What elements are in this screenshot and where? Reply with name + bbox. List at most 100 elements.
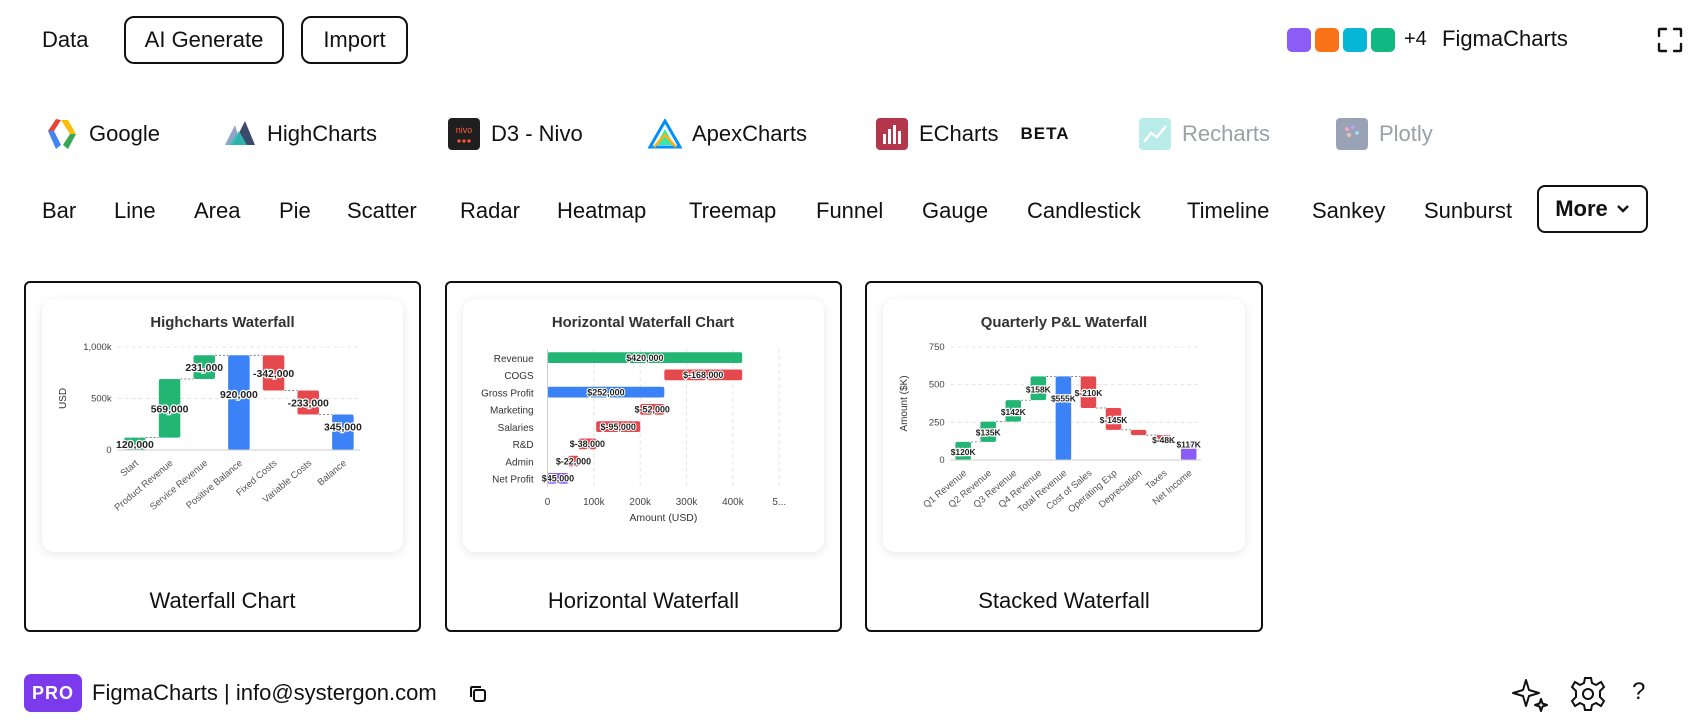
- chart-type-tab[interactable]: Gauge: [922, 198, 988, 224]
- library-tabs: Google HighCharts nivo D3 - Nivo ApexCha…: [0, 112, 1700, 156]
- x-tick-label: 300k: [676, 497, 698, 508]
- chart-type-tab[interactable]: Scatter: [347, 198, 417, 224]
- sparkles-icon[interactable]: [1510, 674, 1550, 714]
- chart-title: Quarterly P&L Waterfall: [981, 314, 1147, 331]
- data-label: 120,000: [116, 440, 154, 451]
- x-tick-label: 5...: [772, 497, 786, 508]
- card-caption: Waterfall Chart: [149, 588, 296, 613]
- x-tick-label: Balance: [316, 458, 349, 489]
- data-label: -233,000: [288, 398, 329, 409]
- data-label: -342,000: [253, 369, 294, 380]
- stacked-waterfall-chart: Quarterly P&L Waterfall 0 250 500 750 Amount …: [899, 314, 1203, 515]
- chart-title: Highcharts Waterfall: [150, 314, 294, 331]
- library-tab-plotly[interactable]: Plotly: [1335, 112, 1433, 156]
- data-label: $-168,000: [683, 370, 723, 380]
- chart-type-tab[interactable]: Timeline: [1187, 198, 1269, 224]
- google-icon: [45, 117, 79, 151]
- y-tick-label: Net Profit: [492, 475, 534, 486]
- y-tick-label: Salaries: [498, 423, 534, 434]
- data-label: $117K: [1176, 440, 1201, 450]
- data-label: $-22,000: [556, 456, 591, 466]
- chart-type-tab[interactable]: Sunburst: [1424, 198, 1512, 224]
- data-label: 345,000: [324, 422, 362, 433]
- chart-preview: Highcharts Waterfall 0 500k 1,000k USD 120,00…: [42, 299, 403, 552]
- waterfall-bar: [1055, 376, 1072, 460]
- chart-type-tabs: Bar Line Area Pie Scatter Radar Heatmap …: [0, 186, 1700, 236]
- highcharts-icon: [223, 117, 257, 151]
- ai-generate-button[interactable]: AI Generate: [124, 16, 284, 64]
- chart-type-tab[interactable]: Pie: [279, 198, 311, 224]
- chart-type-tab[interactable]: Line: [114, 198, 156, 224]
- library-tab-echarts[interactable]: ECharts BETA: [875, 112, 1070, 156]
- chart-title: Horizontal Waterfall Chart: [552, 314, 734, 331]
- pro-badge[interactable]: PRO: [24, 674, 82, 712]
- chart-type-tab[interactable]: Sankey: [1312, 198, 1385, 224]
- palette-swatch: [1287, 28, 1311, 52]
- echarts-icon: [875, 117, 909, 151]
- y-tick-label: 1,000k: [83, 342, 112, 353]
- more-label: More: [1555, 196, 1608, 221]
- chart-card-horizontal-waterfall[interactable]: Horizontal Waterfall Chart 0 100k 200k 300k 4…: [445, 281, 842, 632]
- chart-card-stacked-waterfall[interactable]: Quarterly P&L Waterfall 0 250 500 750 Amount …: [865, 281, 1263, 632]
- data-label: $-52,000: [635, 405, 670, 415]
- library-tab-highcharts[interactable]: HighCharts: [223, 112, 377, 156]
- y-tick-label: Marketing: [490, 406, 534, 417]
- waterfall-bar: [1130, 429, 1147, 436]
- import-button[interactable]: Import: [301, 16, 408, 64]
- palette-swatch: [1371, 28, 1395, 52]
- data-label: $555K: [1051, 393, 1077, 403]
- help-icon[interactable]: ?: [1632, 678, 1645, 706]
- y-axis-label: Amount ($K): [899, 375, 910, 431]
- data-label: $-48K: [1152, 435, 1176, 445]
- y-tick-label: 250: [929, 417, 945, 428]
- library-label: D3 - Nivo: [491, 121, 583, 146]
- library-tab-recharts[interactable]: Recharts: [1138, 112, 1270, 156]
- data-label: 920,000: [220, 390, 258, 401]
- y-tick-label: 500: [929, 380, 945, 391]
- y-tick-label: 0: [106, 445, 111, 456]
- copy-icon[interactable]: [468, 684, 488, 704]
- library-label: Recharts: [1182, 121, 1271, 146]
- fullscreen-icon[interactable]: [1657, 27, 1683, 53]
- data-tab[interactable]: Data: [42, 27, 88, 53]
- more-dropdown-button[interactable]: More: [1537, 185, 1648, 233]
- data-label: $158K: [1026, 384, 1052, 394]
- footer: PRO FigmaCharts | info@systergon.com ?: [0, 672, 1700, 716]
- data-label: $142K: [1001, 407, 1027, 417]
- chart-type-tab[interactable]: Area: [194, 198, 240, 224]
- library-tab-google[interactable]: Google: [45, 112, 160, 156]
- gear-icon[interactable]: [1568, 674, 1608, 714]
- chart-type-tab[interactable]: Funnel: [816, 198, 883, 224]
- chart-preview: Quarterly P&L Waterfall 0 250 500 750 Amount …: [883, 299, 1245, 552]
- brand-name: FigmaCharts: [1442, 26, 1568, 51]
- footer-contact[interactable]: FigmaCharts | info@systergon.com: [92, 680, 437, 706]
- palette-more-count[interactable]: +4: [1404, 28, 1427, 51]
- library-tab-nivo[interactable]: nivo D3 - Nivo: [447, 112, 583, 156]
- y-tick-label: 500k: [91, 393, 112, 404]
- data-label: $-210K: [1075, 388, 1104, 398]
- card-caption: Stacked Waterfall: [978, 588, 1150, 613]
- x-axis-label: Amount (USD): [629, 513, 697, 524]
- chart-type-tab[interactable]: Radar: [460, 198, 520, 224]
- chart-type-tab[interactable]: Treemap: [689, 198, 776, 224]
- chart-card-waterfall[interactable]: Highcharts Waterfall 0 500k 1,000k USD 120,00…: [24, 281, 421, 632]
- chart-type-tab[interactable]: Candlestick: [1027, 198, 1141, 224]
- data-label: 231,000: [185, 363, 223, 374]
- data-label: $420,000: [626, 353, 663, 363]
- data-label: $-145K: [1100, 415, 1129, 425]
- data-label: $120K: [951, 447, 977, 457]
- x-tick-label: Product Revenue: [113, 458, 176, 514]
- x-tick-label: 400k: [722, 497, 744, 508]
- plotly-icon: [1335, 117, 1369, 151]
- palette-swatch: [1343, 28, 1367, 52]
- chart-preview: Horizontal Waterfall Chart 0 100k 200k 300k 4…: [463, 299, 824, 552]
- chart-type-tab[interactable]: Heatmap: [557, 198, 646, 224]
- x-tick-label: 0: [545, 497, 551, 508]
- color-palette[interactable]: [1287, 28, 1395, 52]
- y-tick-label: R&D: [513, 440, 534, 451]
- library-label: Google: [89, 121, 160, 146]
- nivo-icon: nivo: [447, 117, 481, 151]
- chart-type-tab[interactable]: Bar: [42, 198, 76, 224]
- x-tick-label: Start: [118, 458, 141, 480]
- library-tab-apexcharts[interactable]: ApexCharts: [648, 112, 807, 156]
